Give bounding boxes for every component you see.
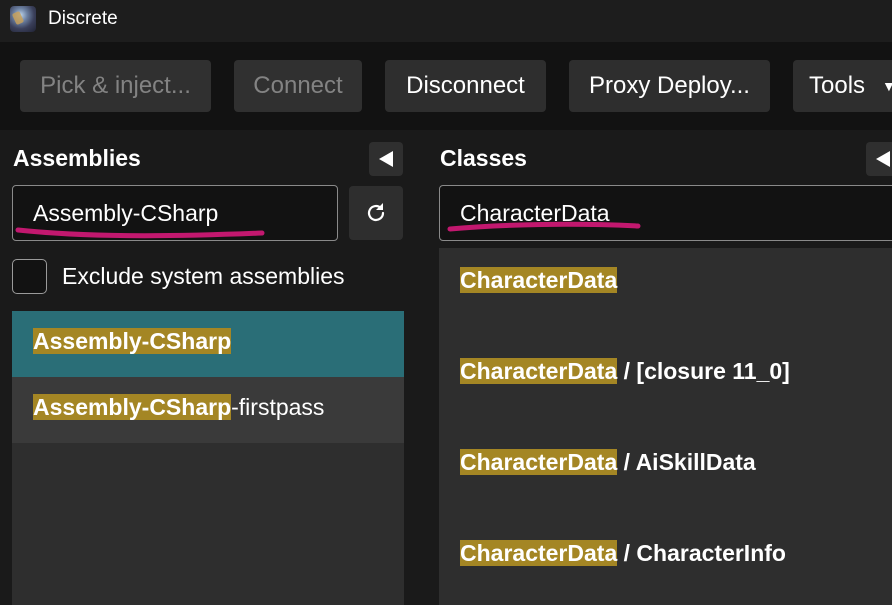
disconnect-button[interactable]: Disconnect [385,60,546,112]
assembly-search-value: Assembly-CSharp [33,200,219,226]
class-list-item[interactable]: CharacterData / [closure 11_0] [460,358,790,385]
annotation-underline [15,227,265,239]
item-rest: / CharacterInfo [617,540,786,566]
annotation-underline [447,221,641,232]
assembly-list-item[interactable]: Assembly-CSharp [12,311,404,377]
triangle-left-icon [876,151,890,167]
assembly-list-item[interactable]: Assembly-CSharp-firstpass [12,377,404,443]
window-title: Discrete [48,8,118,29]
collapse-classes-button[interactable] [866,142,892,176]
search-match: CharacterData [460,267,618,293]
refresh-icon [367,203,385,222]
tools-label: Tools [809,72,866,99]
exclude-system-assemblies-checkbox[interactable] [12,259,47,294]
class-list-item[interactable]: CharacterData / CharacterInfo [460,540,786,567]
search-match: CharacterData [460,358,618,384]
exclude-system-assemblies-label: Exclude system assemblies [62,263,345,289]
collapse-assemblies-button[interactable] [369,142,403,176]
proxy-deploy-button[interactable]: Proxy Deploy... [569,60,770,112]
item-rest: / [closure 11_0] [617,358,790,384]
search-match: CharacterData [460,449,618,475]
title-bar: Discrete [0,0,892,42]
toolbar: Pick & inject... Connect Disconnect Prox… [0,42,892,130]
class-list: CharacterData CharacterData / [closure 1… [439,248,892,605]
connect-button[interactable]: Connect [234,60,362,112]
assemblies-heading: Assemblies [13,145,141,171]
item-rest: / AiSkillData [617,449,756,475]
item-rest: -firstpass [231,394,325,420]
chevron-down-icon: ▼ [882,78,892,94]
pick-inject-button[interactable]: Pick & inject... [20,60,211,112]
classes-heading: Classes [440,145,527,171]
search-match: Assembly-CSharp [33,394,232,420]
assembly-list: Assembly-CSharp Assembly-CSharp-firstpas… [12,311,404,605]
class-list-item[interactable]: CharacterData / AiSkillData [460,449,756,476]
search-match: CharacterData [460,540,618,566]
app-logo-icon [10,6,36,32]
tools-menu-button[interactable]: Tools ▼ [793,60,892,112]
search-match: Assembly-CSharp [33,328,232,354]
class-list-item[interactable]: CharacterData [460,267,618,294]
refresh-assemblies-button[interactable] [349,186,403,240]
triangle-left-icon [379,151,393,167]
